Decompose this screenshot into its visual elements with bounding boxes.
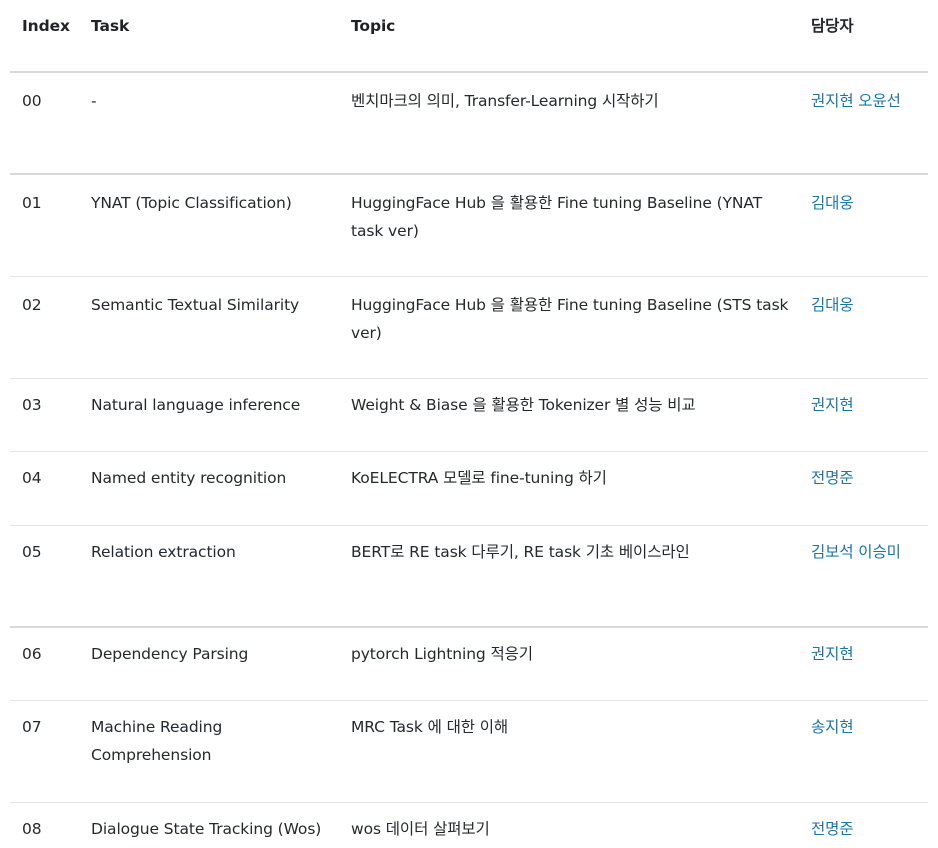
row-owner: 권지현 xyxy=(799,379,928,451)
table-row: 04 Named entity recognition KoELECTRA 모델… xyxy=(10,452,928,526)
table-row: 06 Dependency Parsing pytorch Lightning … xyxy=(10,628,928,701)
row-task: YNAT (Topic Classification) xyxy=(91,194,292,212)
row-task: Natural language inference xyxy=(91,396,301,414)
row-owner: 김보석 이승미 xyxy=(799,526,928,626)
row-index: 01 xyxy=(22,194,42,212)
owner-link[interactable]: 권지현 xyxy=(811,645,854,663)
row-owner: 전명준 xyxy=(799,803,928,848)
owner-link[interactable]: 김대웅 xyxy=(811,296,854,314)
row-index: 02 xyxy=(22,296,42,314)
row-topic: BERT로 RE task 다루기, RE task 기초 베이스라인 xyxy=(351,543,690,561)
row-topic: wos 데이터 살펴보기 xyxy=(351,820,490,838)
row-owner: 권지현 xyxy=(799,628,928,700)
header-topic: Topic xyxy=(351,17,396,35)
row-task: Named entity recognition xyxy=(91,469,287,487)
owner-link[interactable]: 전명준 xyxy=(811,469,854,487)
owner-link[interactable]: 김보석 이승미 xyxy=(811,543,901,561)
table-row: 01 YNAT (Topic Classification) HuggingFa… xyxy=(10,175,928,277)
header-index: Index xyxy=(22,17,70,35)
row-task: Semantic Textual Similarity xyxy=(91,296,300,314)
owner-link[interactable]: 송지현 xyxy=(811,718,854,736)
table-row: 03 Natural language inference Weight & B… xyxy=(10,379,928,452)
table-row: 05 Relation extraction BERT로 RE task 다루기… xyxy=(10,526,928,628)
row-topic: MRC Task 에 대한 이해 xyxy=(351,718,509,736)
row-topic: Weight & Biase 을 활용한 Tokenizer 별 성능 비교 xyxy=(351,396,696,414)
owner-link[interactable]: 전명준 xyxy=(811,820,854,838)
row-owner: 전명준 xyxy=(799,452,928,525)
row-owner: 김대웅 xyxy=(799,175,928,276)
row-task: Machine Reading Comprehension xyxy=(91,718,223,764)
row-index: 03 xyxy=(22,396,42,414)
row-task: Dependency Parsing xyxy=(91,645,249,663)
row-index: 07 xyxy=(22,718,42,736)
row-owner: 권지현 오윤선 xyxy=(799,73,928,173)
owner-link[interactable]: 권지현 xyxy=(811,396,854,414)
row-index: 04 xyxy=(22,469,42,487)
row-task: Dialogue State Tracking (Wos) xyxy=(91,820,322,838)
table-row: 02 Semantic Textual Similarity HuggingFa… xyxy=(10,277,928,379)
row-topic: pytorch Lightning 적응기 xyxy=(351,645,533,663)
row-topic: 벤치마크의 의미, Transfer-Learning 시작하기 xyxy=(351,92,659,110)
table-row: 08 Dialogue State Tracking (Wos) wos 데이터… xyxy=(10,803,928,848)
owner-link[interactable]: 김대웅 xyxy=(811,194,854,212)
row-owner: 김대웅 xyxy=(799,277,928,378)
row-index: 05 xyxy=(22,543,42,561)
row-owner: 송지현 xyxy=(799,701,928,802)
row-topic: HuggingFace Hub 을 활용한 Fine tuning Baseli… xyxy=(351,296,789,342)
row-topic: KoELECTRA 모델로 fine-tuning 하기 xyxy=(351,469,607,487)
tasks-table: Index Task Topic 담당자 00 - 벤치마크의 의미, Tran… xyxy=(10,0,928,848)
header-owner: 담당자 xyxy=(811,17,854,35)
row-task: - xyxy=(91,92,97,110)
table-row: 00 - 벤치마크의 의미, Transfer-Learning 시작하기 권지… xyxy=(10,73,928,175)
row-index: 08 xyxy=(22,820,42,838)
table-row: 07 Machine Reading Comprehension MRC Tas… xyxy=(10,701,928,803)
row-index: 06 xyxy=(22,645,42,663)
owner-link[interactable]: 권지현 오윤선 xyxy=(811,92,901,110)
header-task: Task xyxy=(91,17,130,35)
table-header-row: Index Task Topic 담당자 xyxy=(10,0,928,73)
row-task: Relation extraction xyxy=(91,543,236,561)
row-topic: HuggingFace Hub 을 활용한 Fine tuning Baseli… xyxy=(351,194,763,240)
row-index: 00 xyxy=(22,92,42,110)
